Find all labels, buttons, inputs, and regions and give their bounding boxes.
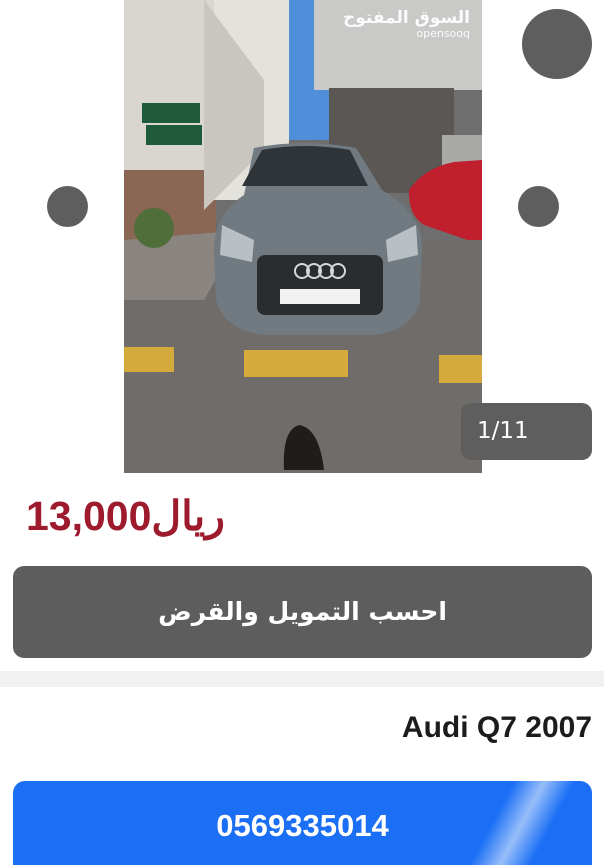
opensooq-watermark: السوق المفتوح opensooq [343,8,470,40]
next-photo-button[interactable] [518,186,559,227]
photo-counter: 1/11 [461,403,592,460]
call-button[interactable]: 0569335014 [13,781,592,865]
car-photo[interactable]: السوق المفتوح opensooq [124,0,482,473]
listing-page: السوق المفتوح opensooq 1/11 ريال13,000 ا… [0,0,604,865]
price-currency: ريال [151,493,225,539]
previous-photo-button[interactable] [47,186,88,227]
watermark-arabic-text: السوق المفتوح [343,8,470,28]
section-divider [0,671,604,687]
gallery-action-button[interactable] [522,9,592,79]
photo-gallery[interactable]: السوق المفتوح opensooq 1/11 [0,0,604,478]
listing-title: Audi Q7 2007 [401,711,592,744]
watermark-latin-text: opensooq [416,27,470,40]
price: ريال13,000 [12,490,225,542]
finance-calculator-button[interactable]: احسب التمويل والقرض [13,566,592,658]
car-photo-illustration [124,0,482,473]
price-amount: 13,000 [26,493,152,539]
phone-number: 0569335014 [216,808,389,843]
